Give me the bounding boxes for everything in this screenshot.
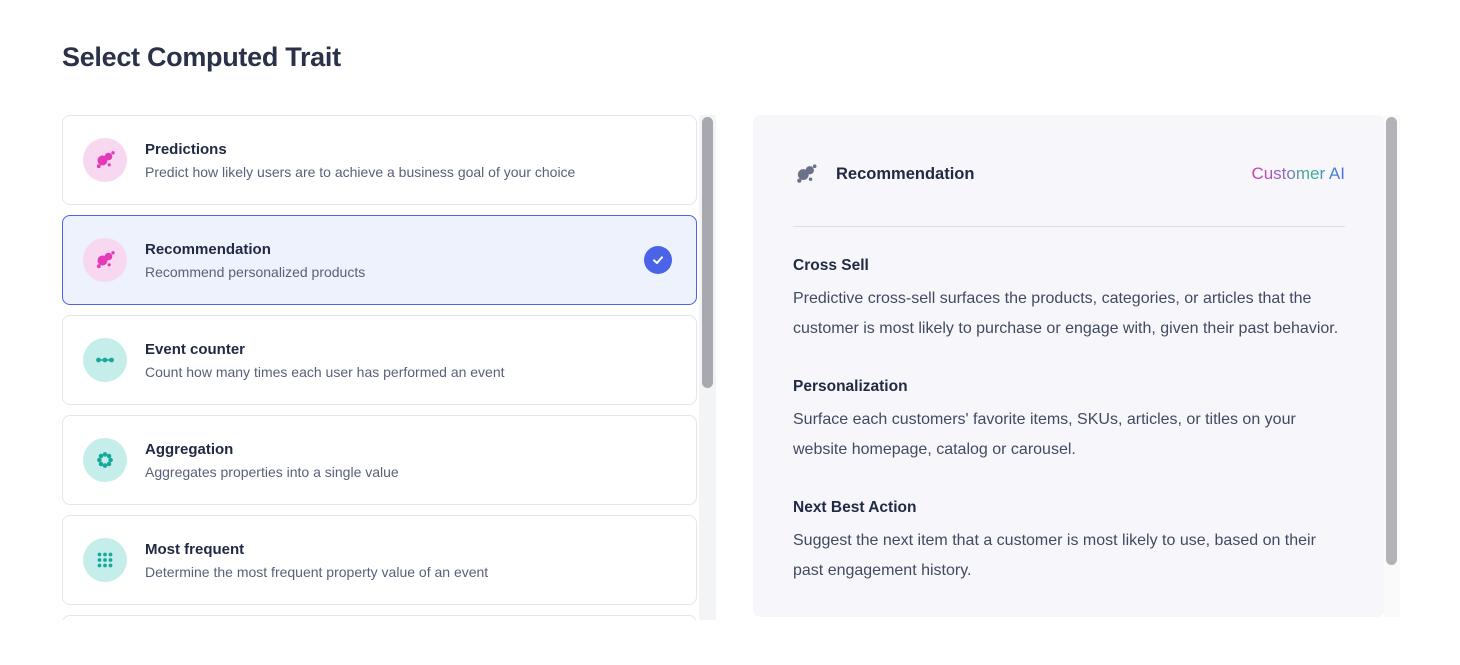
trait-title: Aggregation: [145, 441, 399, 458]
trait-title: Recommendation: [145, 241, 365, 258]
selected-check-icon: [644, 246, 672, 274]
customer-ai-badge: Customer AI: [1251, 164, 1345, 184]
detail-title: Recommendation: [836, 165, 974, 184]
recommendation-blob-icon: [83, 238, 127, 282]
trait-option-most-frequent[interactable]: Most frequent Determine the most frequen…: [62, 515, 697, 605]
section-next-best-action: Next Best Action Suggest the next item t…: [793, 499, 1345, 586]
trait-list: Predictions Predict how likely users are…: [62, 115, 699, 620]
trait-title: Predictions: [145, 141, 575, 158]
section-heading: Next Best Action: [793, 499, 1345, 517]
recommendation-blob-icon: [793, 161, 819, 187]
section-personalization: Personalization Surface each customers' …: [793, 378, 1345, 465]
section-body: Predictive cross-sell surfaces the produ…: [793, 284, 1345, 344]
section-heading: Personalization: [793, 378, 1345, 396]
trait-list-scrollbar-thumb[interactable]: [702, 117, 713, 388]
dots-grid-icon: [83, 538, 127, 582]
page-title: Select Computed Trait: [62, 42, 341, 73]
detail-panel-scrollbar-thumb[interactable]: [1386, 117, 1397, 565]
predictions-blob-icon: [83, 138, 127, 182]
section-heading: Cross Sell: [793, 257, 1345, 275]
trait-option-partial[interactable]: [62, 615, 697, 620]
trait-option-aggregation[interactable]: Aggregation Aggregates properties into a…: [62, 415, 697, 505]
section-body: Suggest the next item that a customer is…: [793, 526, 1345, 586]
trait-title: Most frequent: [145, 541, 488, 558]
detail-header: Recommendation Customer AI: [793, 161, 1345, 187]
detail-panel: Recommendation Customer AI Cross Sell Pr…: [753, 115, 1385, 617]
section-cross-sell: Cross Sell Predictive cross-sell surface…: [793, 257, 1345, 344]
trait-option-event-counter[interactable]: Event counter Count how many times each …: [62, 315, 697, 405]
trait-title: Event counter: [145, 341, 505, 358]
trait-option-recommendation[interactable]: Recommendation Recommend personalized pr…: [62, 215, 697, 305]
trait-description: Count how many times each user has perfo…: [145, 364, 505, 380]
dots-ring-icon: [83, 438, 127, 482]
trait-description: Aggregates properties into a single valu…: [145, 464, 399, 480]
divider: [793, 226, 1345, 227]
trait-description: Predict how likely users are to achieve …: [145, 164, 575, 180]
trait-description: Recommend personalized products: [145, 264, 365, 280]
trait-option-predictions[interactable]: Predictions Predict how likely users are…: [62, 115, 697, 205]
section-body: Surface each customers' favorite items, …: [793, 405, 1345, 465]
dots-row-icon: [83, 338, 127, 382]
trait-description: Determine the most frequent property val…: [145, 564, 488, 580]
